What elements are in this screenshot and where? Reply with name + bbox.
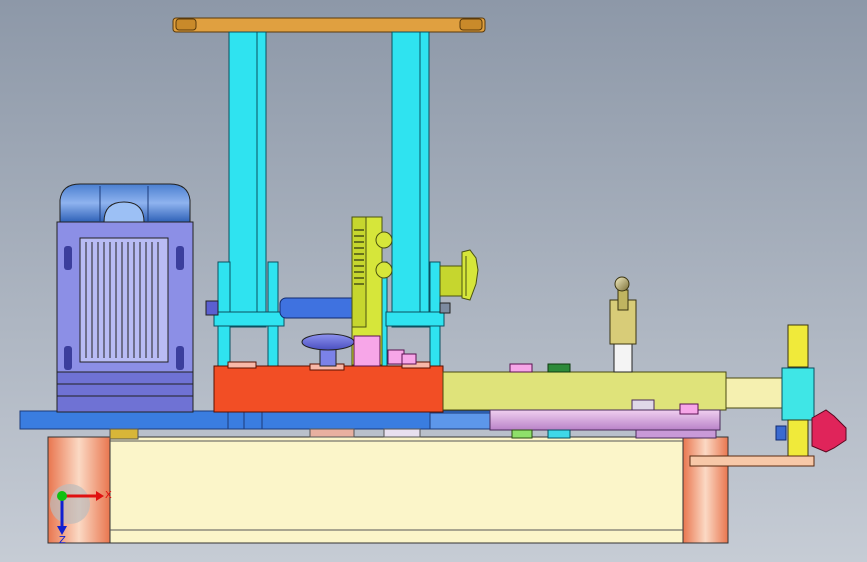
cad-viewport: X Z <box>0 0 867 562</box>
assembly-drawing: X Z <box>0 0 867 562</box>
x-axis-label: X <box>105 490 112 501</box>
top-plate <box>172 17 486 33</box>
z-axis-label: Z <box>59 535 66 546</box>
electric-motor <box>56 183 194 413</box>
base-box <box>47 436 729 544</box>
red-slide-block <box>213 361 444 413</box>
